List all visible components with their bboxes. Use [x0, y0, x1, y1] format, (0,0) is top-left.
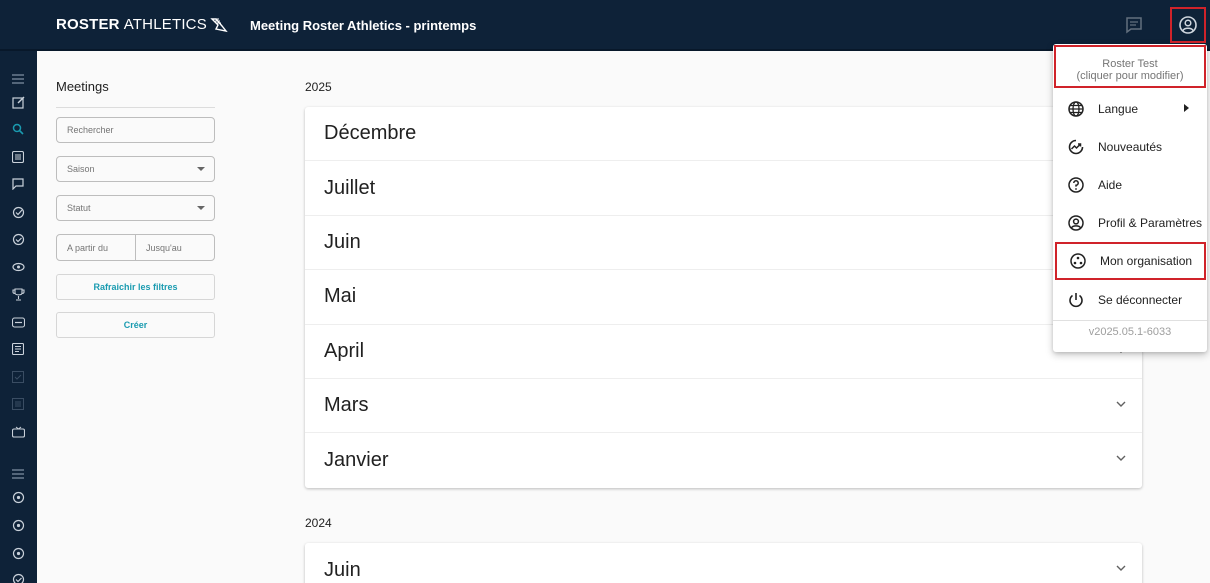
month-label: Mars — [324, 394, 369, 417]
month-row[interactable]: April — [305, 325, 1142, 379]
season-select-label: Saison — [67, 164, 95, 174]
user-account-button[interactable] — [1170, 7, 1206, 43]
check-circle-icon-2[interactable] — [10, 571, 26, 583]
status-select[interactable]: Statut — [56, 195, 215, 221]
menu-item-label: Profil & Paramètres — [1098, 216, 1203, 230]
month-row[interactable]: Mars — [305, 379, 1142, 434]
menu-item-profile-settings[interactable]: Profil & Paramètres — [1053, 204, 1207, 242]
message-icon[interactable] — [10, 176, 26, 192]
month-label: Juin — [324, 230, 361, 253]
menu-item-label: Mon organisation — [1100, 254, 1193, 268]
create-meeting-button[interactable]: Créer — [56, 312, 215, 338]
ticket-icon[interactable] — [10, 314, 26, 330]
organisation-icon — [1070, 253, 1086, 269]
season-select[interactable]: Saison — [56, 156, 215, 182]
add-circle-icon-3[interactable] — [10, 545, 26, 561]
check-badge-icon[interactable] — [10, 204, 26, 220]
chevron-down-icon — [197, 206, 205, 210]
top-app-bar: ROSTER ATHLETICS Meeting Roster Athletic… — [0, 0, 1210, 51]
month-label: April — [324, 339, 365, 362]
user-edit-hint: (cliquer pour modifier) — [1076, 70, 1184, 82]
logo-bold-text: ROSTER — [56, 16, 120, 33]
roster-athletics-logo[interactable]: ROSTER ATHLETICS — [56, 16, 228, 33]
globe-icon — [1068, 101, 1084, 117]
chevron-down-icon — [1116, 565, 1126, 571]
menu-item-label: Aide — [1098, 178, 1123, 192]
menu-divider — [1053, 320, 1207, 321]
winged-shoe-icon — [210, 17, 228, 32]
month-row[interactable]: Décembre — [305, 107, 1142, 162]
side-rail — [0, 51, 37, 583]
menu-item-logout[interactable]: Se déconnecter — [1053, 281, 1207, 319]
meetings-panel-title: Meetings — [56, 79, 109, 94]
user-name: Roster Test — [1102, 58, 1158, 70]
chevron-down-icon — [1116, 401, 1126, 407]
eye-icon[interactable] — [10, 259, 26, 275]
search-icon[interactable] — [10, 121, 26, 137]
menu-item-label: Se déconnecter — [1098, 293, 1183, 307]
account-circle-icon — [1179, 16, 1197, 34]
search-input[interactable]: Rechercher — [56, 117, 215, 143]
add-circle-icon-2[interactable] — [10, 517, 26, 533]
months-card-2024: Juin — [305, 543, 1142, 583]
trophy-icon[interactable] — [10, 286, 26, 302]
app-version: v2025.05.1-6033 — [1088, 326, 1172, 338]
panel-divider — [56, 107, 215, 108]
logo-light-text: ATHLETICS — [123, 16, 207, 33]
user-menu: Roster Test (cliquer pour modifier) Lang… — [1053, 44, 1207, 352]
menu-item-label: Langue — [1098, 102, 1139, 116]
date-range: A partir du Jusqu'au — [56, 234, 215, 261]
menu-item-language[interactable]: Langue — [1053, 90, 1207, 128]
menu-icon[interactable] — [10, 71, 26, 87]
month-row[interactable]: Juillet — [305, 161, 1142, 216]
month-row[interactable]: Juin — [305, 216, 1142, 271]
tv-icon[interactable] — [10, 424, 26, 440]
month-row[interactable]: Janvier — [305, 433, 1142, 487]
date-from-input[interactable]: A partir du — [57, 235, 136, 260]
power-icon — [1069, 293, 1083, 308]
account-icon — [1068, 215, 1084, 231]
help-icon — [1068, 177, 1084, 193]
check-circle-icon[interactable] — [10, 231, 26, 247]
year-heading: 2024 — [305, 516, 332, 530]
doc-disabled-icon — [10, 396, 26, 412]
month-label: Décembre — [324, 122, 417, 145]
page-title: Meeting Roster Athletics - printemps — [250, 18, 477, 33]
task-disabled-icon — [10, 369, 26, 385]
menu-item-label: Nouveautés — [1098, 140, 1163, 154]
chevron-down-icon — [1116, 455, 1126, 462]
month-label: Juillet — [324, 176, 376, 199]
refresh-filters-button[interactable]: Rafraichir les filtres — [56, 274, 215, 300]
month-label: Juin — [324, 558, 361, 581]
edit-icon[interactable] — [10, 94, 26, 110]
menu-item-help[interactable]: Aide — [1053, 166, 1207, 204]
menu-item-organisation[interactable]: Mon organisation — [1055, 242, 1206, 280]
document-icon[interactable] — [10, 341, 26, 357]
month-label: Janvier — [324, 449, 389, 472]
add-circle-icon[interactable] — [10, 489, 26, 505]
user-profile-entry[interactable]: Roster Test (cliquer pour modifier) — [1054, 45, 1206, 88]
chevron-down-icon — [197, 167, 205, 171]
list-icon[interactable] — [10, 149, 26, 165]
month-label: Mai — [324, 285, 357, 308]
date-to-input[interactable]: Jusqu'au — [136, 235, 214, 260]
months-card-2025: Décembre Juillet Juin Mai April Mars Jan… — [305, 107, 1142, 488]
menu-item-whats-new[interactable]: Nouveautés — [1053, 128, 1207, 166]
menu-secondary-icon[interactable] — [10, 466, 26, 482]
chat-icon[interactable] — [1124, 15, 1144, 35]
month-row[interactable]: Mai — [305, 270, 1142, 325]
year-heading: 2025 — [305, 80, 332, 94]
month-row[interactable]: Juin — [305, 543, 1142, 583]
submenu-arrow-icon — [1184, 104, 1189, 112]
status-select-label: Statut — [67, 203, 91, 213]
trending-icon — [1068, 139, 1084, 155]
